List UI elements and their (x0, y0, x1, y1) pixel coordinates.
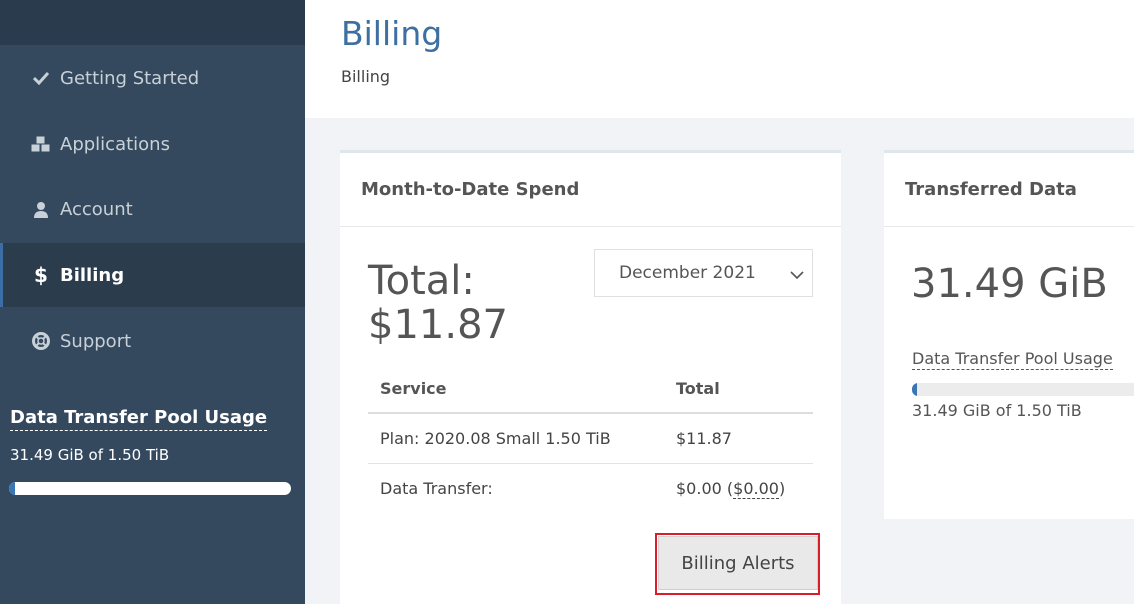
pool-usage-link[interactable]: Data Transfer Pool Usage (912, 349, 1113, 370)
total-extra-value[interactable]: $0.00 (733, 478, 779, 499)
sidebar-item-label: Applications (60, 133, 170, 155)
breadcrumb[interactable]: Billing (341, 67, 390, 86)
service-cell: Plan: 2020.08 Small 1.50 TiB (368, 413, 664, 464)
dollar-icon: $ (34, 263, 48, 287)
total-cell: $0.00 ($0.00) (676, 478, 786, 499)
column-header: Total (664, 365, 813, 414)
sidebar-item-getting-started[interactable]: Getting Started (0, 46, 305, 110)
card-title: Transferred Data (884, 153, 1134, 227)
table-row: Plan: 2020.08 Small 1.50 TiB $11.87 (368, 413, 813, 464)
sidebar-item-support[interactable]: Support (0, 309, 305, 373)
total-cell: $11.87 (664, 413, 813, 464)
transferred-value: 31.49 GiB (911, 261, 1108, 307)
column-header: Service (368, 365, 664, 414)
table-header-row: Service Total (368, 365, 813, 414)
sidebar: Getting Started Applications Account $ B… (0, 0, 305, 604)
sidebar-item-label: Account (60, 198, 133, 220)
pool-usage-progress (9, 482, 291, 495)
table-row: Data Transfer: $0.00 ($0.00) (368, 463, 813, 513)
pool-usage-text: 31.49 GiB of 1.50 TiB (10, 446, 170, 464)
page-title: Billing (341, 14, 443, 53)
total-value: $0.00 (676, 478, 722, 498)
pool-usage-progress-fill (9, 482, 15, 495)
billing-alerts-button[interactable]: Billing Alerts (658, 536, 818, 590)
month-to-date-spend-card: Month-to-Date Spend Total: $11.87 Decemb… (340, 150, 841, 604)
service-cell: Data Transfer: (380, 478, 493, 498)
sidebar-item-billing[interactable]: $ Billing (0, 243, 305, 307)
month-select-value: December 2021 (619, 263, 756, 283)
card-title: Month-to-Date Spend (340, 153, 841, 227)
pool-usage-progress-fill (912, 383, 917, 396)
sidebar-item-account[interactable]: Account (0, 177, 305, 241)
page-header: Billing Billing (305, 0, 1134, 118)
check-icon (30, 71, 52, 85)
service-table: Service Total Plan: 2020.08 Small 1.50 T… (368, 365, 813, 513)
sidebar-item-label: Support (60, 330, 132, 352)
user-icon (30, 201, 52, 218)
pool-usage-progress (912, 383, 1134, 396)
month-select[interactable]: December 2021 (594, 249, 813, 297)
pool-usage-text: 31.49 GiB of 1.50 TiB (912, 401, 1082, 420)
sidebar-item-applications[interactable]: Applications (0, 112, 305, 176)
lifebuoy-icon (30, 332, 52, 350)
transferred-data-card: Transferred Data 31.49 GiB Data Transfer… (884, 150, 1134, 519)
sidebar-item-label: Billing (60, 264, 125, 286)
sidebar-top-bar (0, 0, 305, 45)
cubes-icon (30, 135, 52, 153)
sidebar-item-label: Getting Started (60, 67, 200, 89)
chevron-down-icon (790, 265, 804, 285)
pool-usage-title[interactable]: Data Transfer Pool Usage (10, 406, 268, 431)
spend-total: Total: $11.87 (368, 258, 508, 348)
